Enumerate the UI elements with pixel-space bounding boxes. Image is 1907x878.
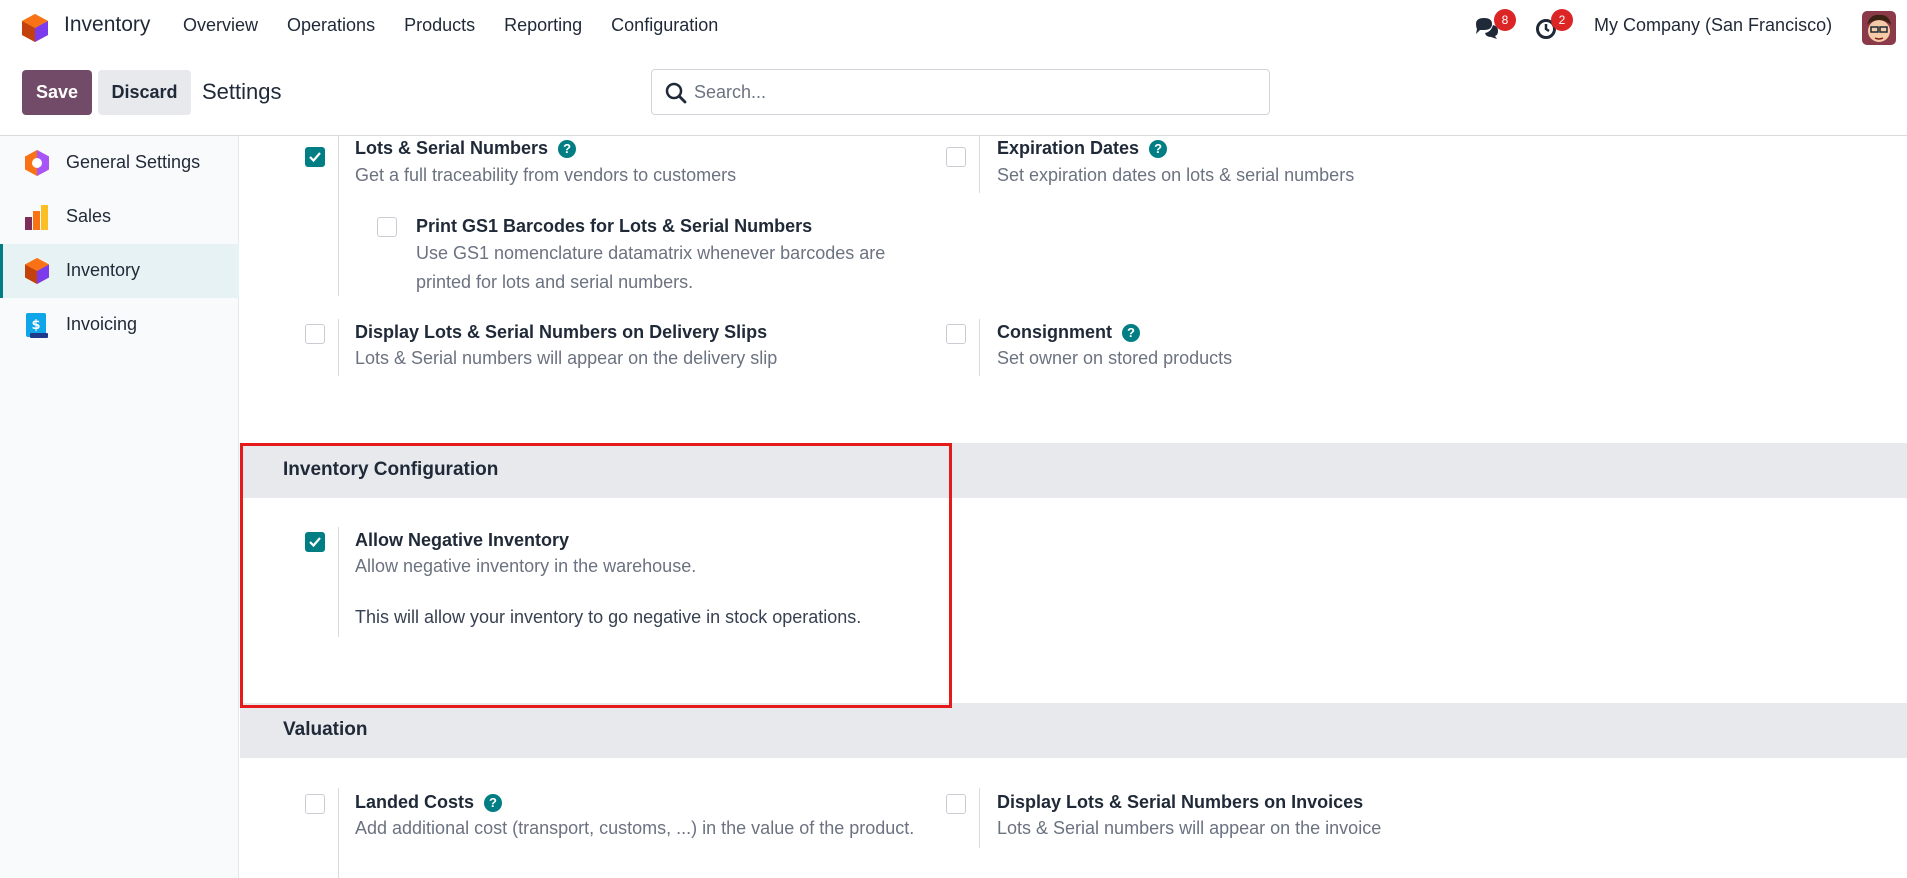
app-name[interactable]: Inventory bbox=[64, 13, 150, 37]
sidebar-item-general-settings[interactable]: General Settings bbox=[0, 136, 239, 190]
consignment-setting: Consignment? bbox=[997, 322, 1140, 343]
setting-description: Lots & Serial numbers will appear on the… bbox=[997, 818, 1382, 838]
settings-content: Lots & Serial Numbers? Get a full tracea… bbox=[240, 136, 1907, 878]
invoicing-icon: $ bbox=[24, 311, 50, 339]
top-navbar: Inventory Overview Operations Products R… bbox=[0, 0, 1907, 55]
sidebar-item-label: Inventory bbox=[66, 260, 141, 280]
setting-divider bbox=[338, 527, 339, 637]
sidebar-item-label: Invoicing bbox=[66, 314, 138, 334]
setting-description: Set expiration dates on lots & serial nu… bbox=[997, 165, 1355, 185]
setting-title: Expiration Dates bbox=[997, 138, 1140, 158]
main-menu: Overview Operations Products Reporting C… bbox=[183, 15, 747, 36]
setting-divider bbox=[979, 319, 980, 376]
setting-divider bbox=[979, 788, 980, 848]
setting-divider bbox=[338, 136, 339, 296]
valuation-header: Valuation bbox=[240, 703, 1907, 758]
inventory-icon bbox=[24, 257, 50, 285]
invoices-lots-checkbox[interactable] bbox=[946, 794, 966, 814]
page-title: Settings bbox=[202, 79, 282, 104]
sidebar-item-inventory[interactable]: Inventory bbox=[0, 244, 239, 298]
menu-configuration[interactable]: Configuration bbox=[611, 15, 718, 36]
setting-description: Get a full traceability from vendors to … bbox=[355, 165, 737, 185]
inventory-configuration-header: Inventory Configuration bbox=[240, 443, 1907, 498]
save-button[interactable]: Save bbox=[22, 70, 92, 115]
setting-title: Display Lots & Serial Numbers on Invoice… bbox=[997, 792, 1364, 812]
setting-note: This will allow your inventory to go neg… bbox=[355, 607, 862, 627]
expiration-dates-checkbox[interactable] bbox=[946, 147, 966, 167]
search-icon bbox=[665, 82, 687, 104]
landed-costs-checkbox[interactable] bbox=[305, 794, 325, 814]
general-settings-icon bbox=[24, 149, 50, 177]
sidebar-item-label: General Settings bbox=[66, 152, 201, 172]
setting-divider bbox=[979, 136, 980, 193]
settings-sidebar: General Settings Sales Inventory $ Invoi… bbox=[0, 136, 239, 878]
section-title: Valuation bbox=[283, 719, 368, 740]
messages-badge: 8 bbox=[1494, 9, 1516, 31]
menu-products[interactable]: Products bbox=[404, 15, 475, 36]
expiration-dates-setting: Expiration Dates? bbox=[997, 138, 1168, 159]
help-icon[interactable]: ? bbox=[1149, 140, 1168, 158]
allow-negative-inventory-checkbox[interactable] bbox=[305, 532, 325, 552]
setting-description: Use GS1 nomenclature datamatrix whenever… bbox=[416, 243, 886, 292]
delivery-slips-checkbox[interactable] bbox=[305, 324, 325, 344]
setting-title: Landed Costs bbox=[355, 792, 475, 812]
control-panel: Save Discard Settings bbox=[0, 55, 1907, 136]
setting-title: Consignment bbox=[997, 322, 1112, 342]
setting-divider bbox=[338, 788, 339, 878]
landed-costs-setting: Landed Costs? bbox=[355, 792, 503, 813]
search-input[interactable] bbox=[694, 70, 1254, 114]
setting-description: Lots & Serial numbers will appear on the… bbox=[355, 348, 778, 368]
discard-button[interactable]: Discard bbox=[98, 70, 191, 115]
help-icon[interactable]: ? bbox=[1122, 324, 1140, 342]
lots-serial-checkbox[interactable] bbox=[305, 147, 325, 167]
help-icon[interactable]: ? bbox=[484, 794, 503, 812]
setting-title: Lots & Serial Numbers bbox=[355, 138, 549, 158]
menu-operations[interactable]: Operations bbox=[287, 15, 375, 36]
inventory-app-icon[interactable] bbox=[21, 13, 49, 43]
setting-description: Set owner on stored products bbox=[997, 348, 1233, 368]
sidebar-item-label: Sales bbox=[66, 206, 112, 226]
setting-description: Allow negative inventory in the warehous… bbox=[355, 556, 697, 576]
section-title: Inventory Configuration bbox=[283, 459, 499, 480]
setting-divider bbox=[338, 319, 339, 376]
setting-description: Add additional cost (transport, customs,… bbox=[355, 818, 915, 838]
menu-reporting[interactable]: Reporting bbox=[504, 15, 582, 36]
sidebar-item-invoicing[interactable]: $ Invoicing bbox=[0, 298, 239, 352]
svg-text:$: $ bbox=[31, 318, 40, 333]
sidebar-item-sales[interactable]: Sales bbox=[0, 190, 239, 244]
setting-title: Print GS1 Barcodes for Lots & Serial Num… bbox=[416, 216, 813, 236]
help-icon[interactable]: ? bbox=[558, 140, 577, 158]
activities-badge: 2 bbox=[1551, 9, 1573, 31]
consignment-checkbox[interactable] bbox=[946, 324, 966, 344]
setting-title: Display Lots & Serial Numbers on Deliver… bbox=[355, 322, 768, 342]
company-switcher[interactable]: My Company (San Francisco) bbox=[1594, 15, 1832, 36]
user-avatar[interactable] bbox=[1862, 11, 1896, 45]
gs1-barcodes-checkbox[interactable] bbox=[377, 217, 397, 237]
search-box[interactable] bbox=[651, 69, 1270, 115]
setting-title: Allow Negative Inventory bbox=[355, 530, 570, 550]
lots-serial-setting: Lots & Serial Numbers? bbox=[355, 138, 577, 159]
menu-overview[interactable]: Overview bbox=[183, 15, 258, 36]
sales-icon bbox=[24, 203, 50, 231]
